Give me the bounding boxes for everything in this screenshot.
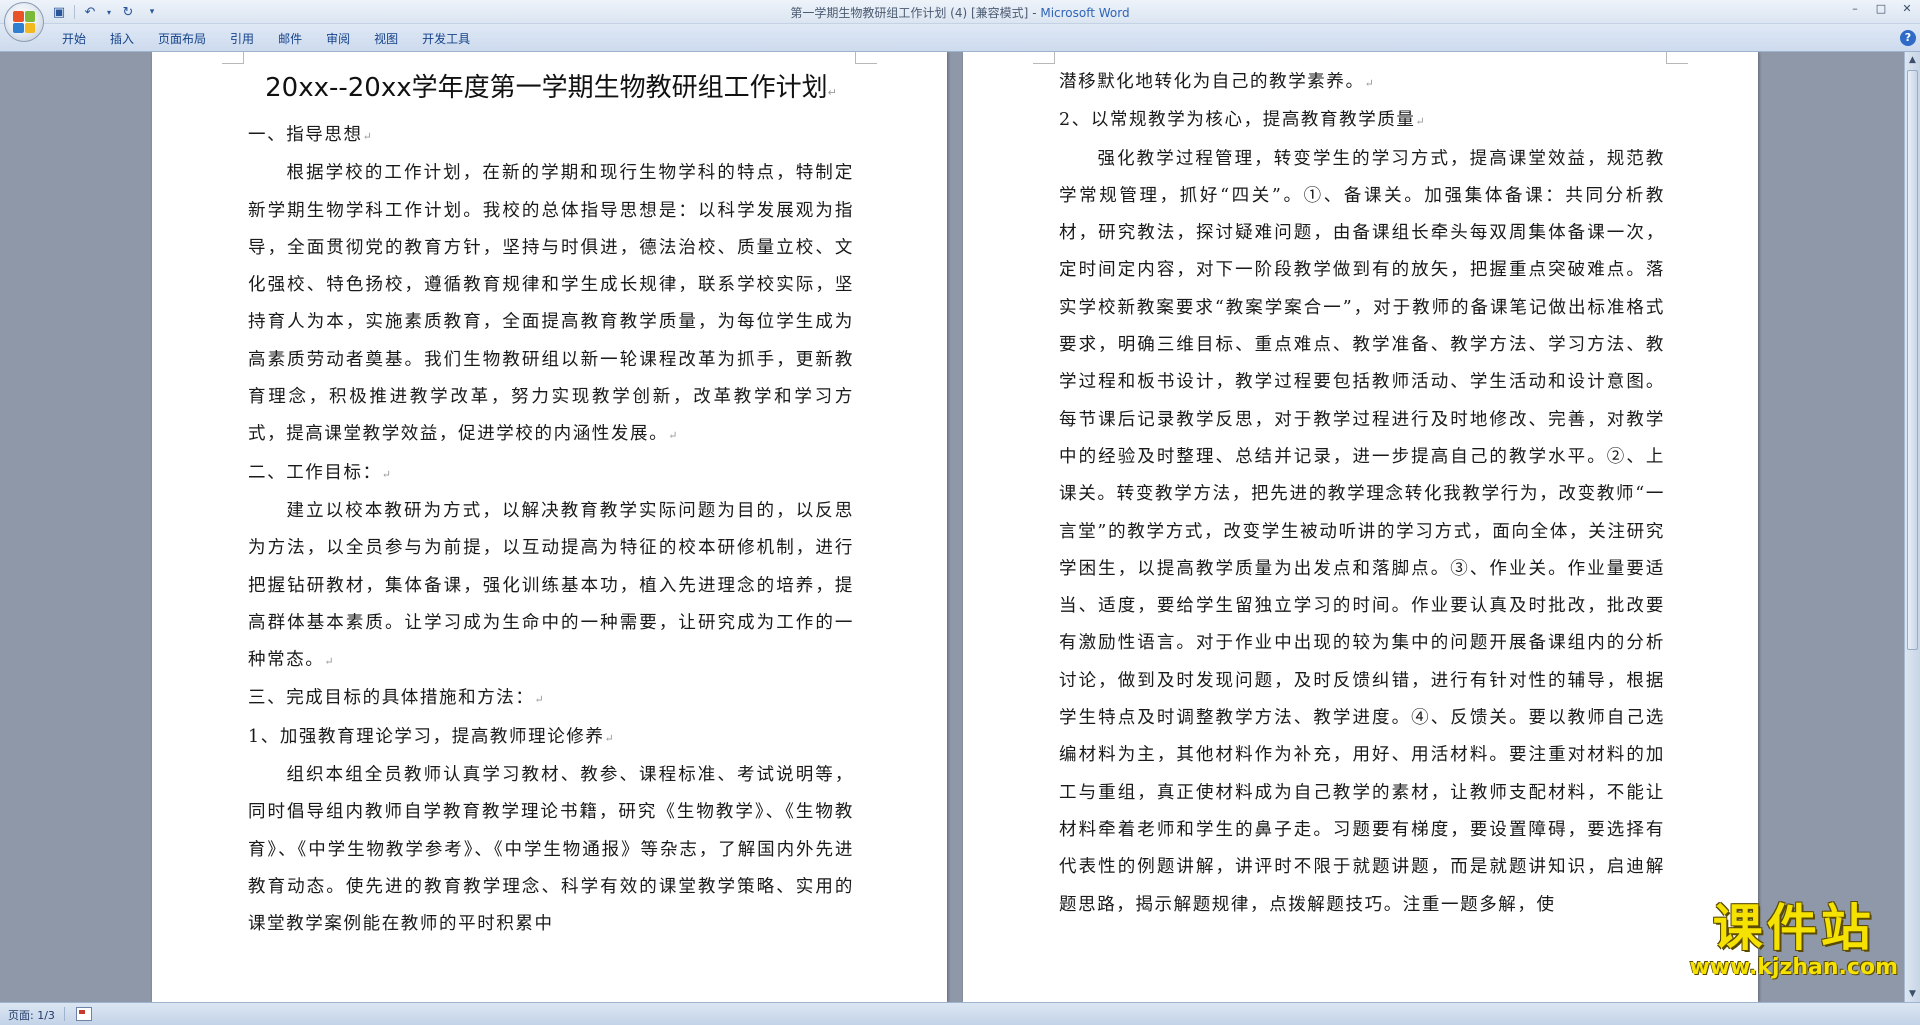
document-area: 20xx--20xx学年度第一学期生物教研组工作计划↵ 一、指导思想↵ 根据学校… bbox=[0, 52, 1920, 1002]
ribbon-tabs: 开始 插入 页面布局 引用 邮件 审阅 视图 开发工具 bbox=[50, 30, 482, 48]
tab-developer[interactable]: 开发工具 bbox=[410, 30, 482, 48]
subheading-theory-study: 1、加强教育理论学习，提高教师理论修养↵ bbox=[248, 726, 614, 747]
tab-home[interactable]: 开始 bbox=[50, 30, 98, 48]
heading-work-goals: 二、工作目标：↵ bbox=[248, 462, 391, 483]
document-title: 20xx--20xx学年度第一学期生物教研组工作计划↵ bbox=[265, 73, 837, 103]
subheading-routine-teaching: 2、以常规教学为核心，提高教育教学质量↵ bbox=[1059, 110, 1425, 131]
margin-corner-mark bbox=[1666, 52, 1688, 64]
office-logo-icon bbox=[13, 11, 35, 33]
macro-record-icon[interactable] bbox=[76, 1007, 92, 1021]
scroll-thumb[interactable] bbox=[1907, 70, 1918, 650]
ribbon: 开始 插入 页面布局 引用 邮件 审阅 视图 开发工具 ? bbox=[0, 24, 1920, 52]
vertical-scrollbar[interactable]: ▲ ▼ bbox=[1904, 52, 1920, 1002]
document-name: 第一学期生物教研组工作计划 (4) [兼容模式] bbox=[790, 6, 1029, 20]
paragraph-text: 强化教学过程管理，转变学生的学习方式，提高课堂效益，规范教学常规管理，抓好“四关… bbox=[1059, 148, 1665, 915]
tab-insert[interactable]: 插入 bbox=[98, 30, 146, 48]
heading-measures: 三、完成目标的具体措施和方法：↵ bbox=[248, 688, 544, 709]
title-bar: ▣ ↶ ▾ ↻ ▾ 第一学期生物教研组工作计划 (4) [兼容模式] - Mic… bbox=[0, 0, 1920, 24]
tab-view[interactable]: 视图 bbox=[362, 30, 410, 48]
watermark-logo: 课件站 www.kjzhan.com bbox=[1689, 900, 1898, 980]
help-icon[interactable]: ? bbox=[1900, 30, 1916, 46]
margin-corner-mark bbox=[222, 52, 244, 64]
office-button[interactable] bbox=[4, 2, 44, 42]
window-controls: – □ ✕ bbox=[1842, 0, 1920, 18]
app-name: Microsoft Word bbox=[1040, 6, 1130, 20]
watermark-title: 课件站 bbox=[1712, 899, 1875, 957]
page-1[interactable]: 20xx--20xx学年度第一学期生物教研组工作计划↵ 一、指导思想↵ 根据学校… bbox=[152, 52, 947, 1002]
page-count[interactable]: 页面: 1/3 bbox=[8, 1007, 55, 1023]
tab-review[interactable]: 审阅 bbox=[314, 30, 362, 48]
page-2-content: 潜移默化地转化为自己的教学素养。↵ 2、以常规教学为核心，提高教育教学质量↵ 强… bbox=[1059, 64, 1665, 924]
margin-corner-mark bbox=[1033, 52, 1055, 64]
scroll-down-icon[interactable]: ▼ bbox=[1907, 988, 1918, 1000]
paragraph-text: 潜移默化地转化为自己的教学素养。↵ bbox=[1059, 72, 1374, 92]
page-2[interactable]: 潜移默化地转化为自己的教学素养。↵ 2、以常规教学为核心，提高教育教学质量↵ 强… bbox=[963, 52, 1758, 1002]
heading-guiding-ideology: 一、指导思想↵ bbox=[248, 125, 372, 145]
paragraph-text: 组织本组全员教师认真学习教材、教参、课程标准、考试说明等，同时倡导组内教师自学教… bbox=[248, 765, 854, 935]
paragraph-text: 根据学校的工作计划，在新的学期和现行生物学科的特点，特制定新学期生物学科工作计划… bbox=[248, 163, 854, 445]
status-bar: 页面: 1/3 bbox=[0, 1002, 1920, 1025]
status-separator bbox=[64, 1007, 65, 1021]
close-button[interactable]: ✕ bbox=[1894, 0, 1920, 18]
page-1-content: 20xx--20xx学年度第一学期生物教研组工作计划↵ 一、指导思想↵ 根据学校… bbox=[248, 70, 854, 944]
tab-page-layout[interactable]: 页面布局 bbox=[146, 30, 218, 48]
paragraph-text: 建立以校本教研为方式，以解决教育教学实际问题为目的，以反思为方法，以全员参与为前… bbox=[248, 500, 854, 671]
maximize-button[interactable]: □ bbox=[1868, 0, 1894, 18]
window-title: 第一学期生物教研组工作计划 (4) [兼容模式] - Microsoft Wor… bbox=[790, 6, 1130, 20]
watermark-url: www.kjzhan.com bbox=[1689, 955, 1898, 980]
margin-corner-mark bbox=[855, 52, 877, 64]
tab-references[interactable]: 引用 bbox=[218, 30, 266, 48]
scroll-up-icon[interactable]: ▲ bbox=[1907, 54, 1918, 66]
minimize-button[interactable]: – bbox=[1842, 0, 1868, 18]
tab-mailings[interactable]: 邮件 bbox=[266, 30, 314, 48]
